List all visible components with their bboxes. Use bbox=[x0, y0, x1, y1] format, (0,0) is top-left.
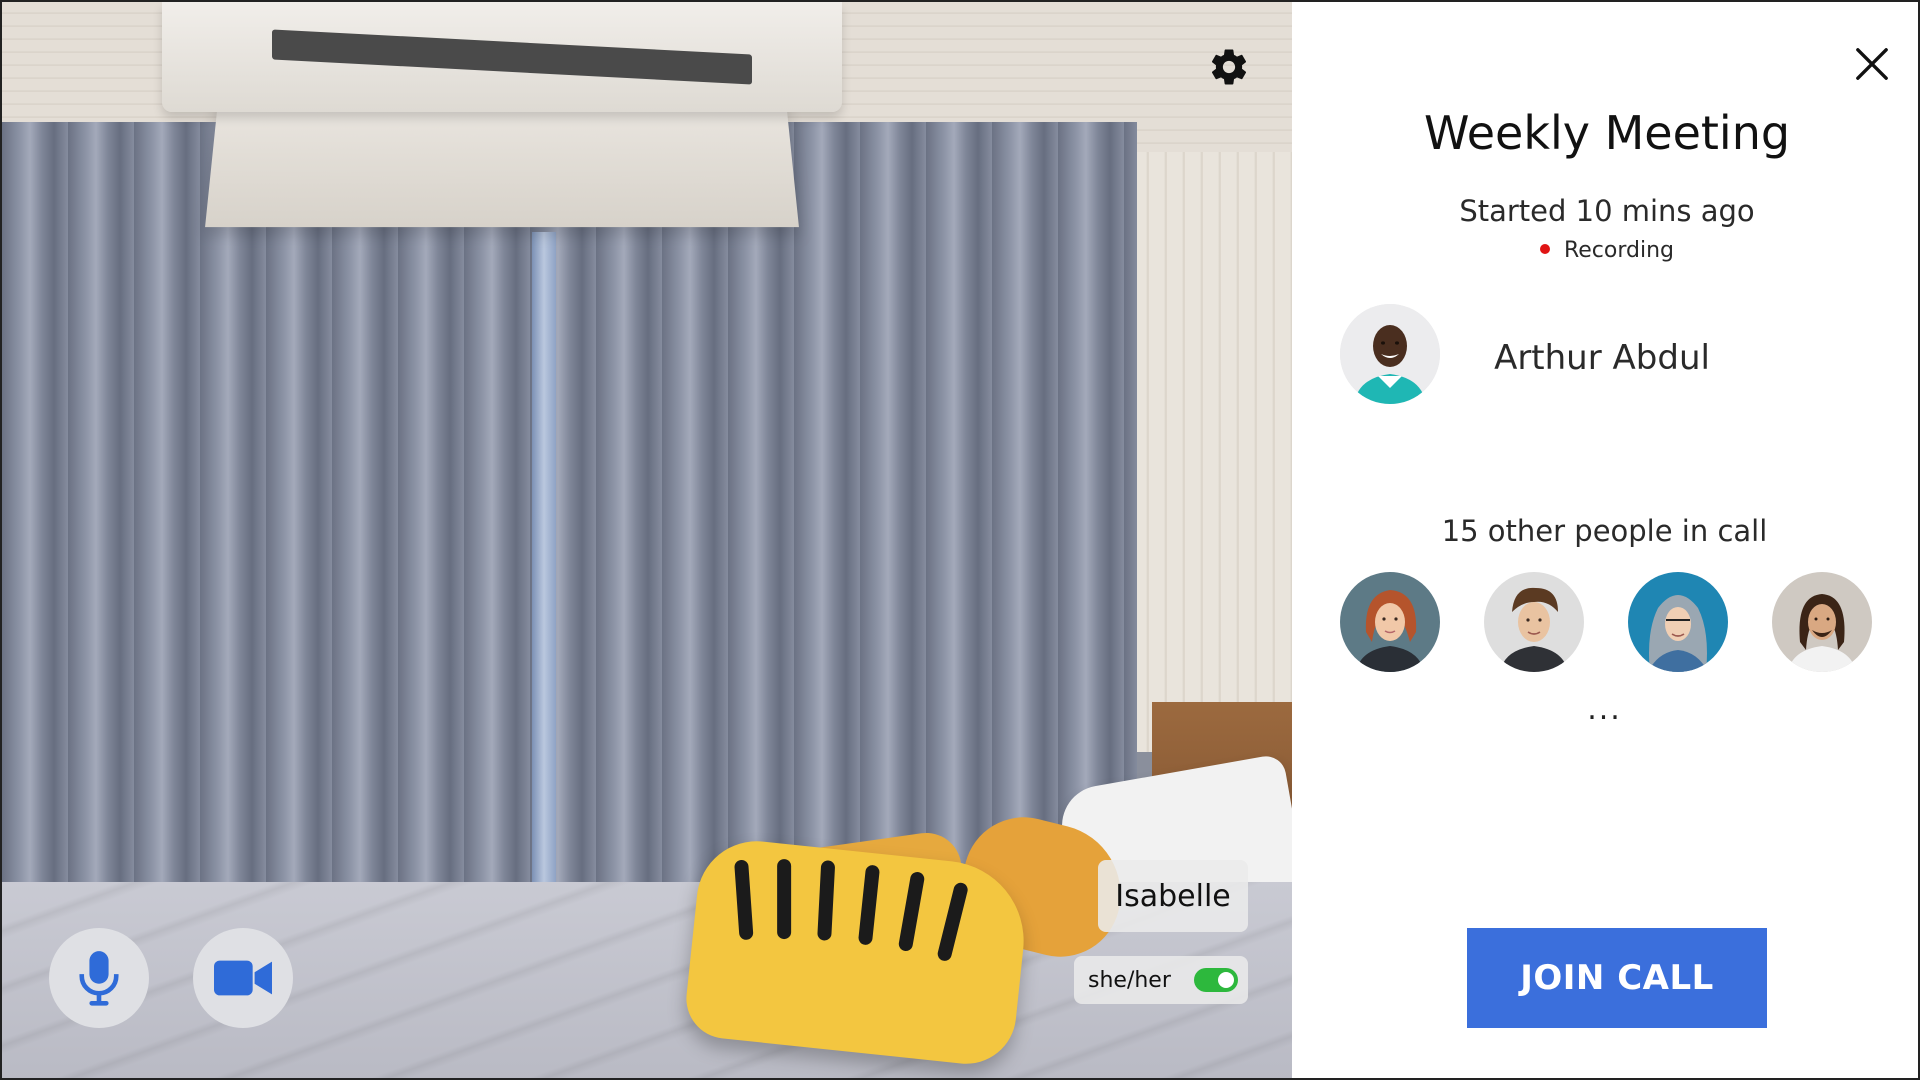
video-wall bbox=[1132, 152, 1292, 752]
close-icon bbox=[1856, 48, 1888, 80]
host-name: Arthur Abdul bbox=[1494, 338, 1710, 378]
camera-button[interactable] bbox=[193, 928, 293, 1028]
pronouns-toggle[interactable] bbox=[1194, 968, 1238, 992]
meeting-start-time: Started 10 mins ago bbox=[1459, 194, 1755, 228]
recording-status: Recording bbox=[1292, 238, 1918, 263]
participant-name-tag: Isabelle bbox=[1098, 860, 1248, 932]
meeting-info-panel: Weekly Meeting Started 10 mins ago Recor… bbox=[1292, 2, 1918, 1078]
video-feed: Isabelle she/her bbox=[2, 2, 1292, 1078]
app-window: Isabelle she/her Weekly Meeting Started … bbox=[0, 0, 1920, 1080]
video-plush-toy bbox=[682, 835, 1032, 1069]
settings-button[interactable] bbox=[1204, 42, 1254, 92]
video-camera-icon bbox=[214, 960, 272, 996]
host-avatar bbox=[1340, 304, 1440, 404]
video-curtain bbox=[2, 122, 1137, 962]
join-call-button[interactable]: JOIN CALL bbox=[1467, 928, 1767, 1028]
pronouns-label: she/her bbox=[1088, 967, 1171, 993]
more-participants-indicator[interactable]: ... bbox=[1292, 692, 1917, 727]
microphone-button[interactable] bbox=[49, 928, 149, 1028]
participant-avatar[interactable] bbox=[1628, 572, 1728, 672]
participant-avatar[interactable] bbox=[1484, 572, 1584, 672]
meeting-title: Weekly Meeting bbox=[1423, 106, 1791, 160]
toggle-knob bbox=[1218, 972, 1234, 988]
pronouns-tag: she/her bbox=[1074, 956, 1248, 1004]
participant-avatar[interactable] bbox=[1772, 572, 1872, 672]
other-participants-count: 15 other people in call bbox=[1441, 514, 1768, 548]
close-button[interactable] bbox=[1850, 42, 1894, 86]
participant-name: Isabelle bbox=[1115, 878, 1231, 914]
recording-label: Recording bbox=[1563, 238, 1675, 263]
participant-avatar[interactable] bbox=[1340, 572, 1440, 672]
video-air-conditioner bbox=[162, 2, 842, 112]
gear-icon bbox=[1211, 49, 1247, 85]
recording-dot-icon bbox=[1539, 244, 1550, 254]
microphone-icon bbox=[79, 951, 119, 1006]
